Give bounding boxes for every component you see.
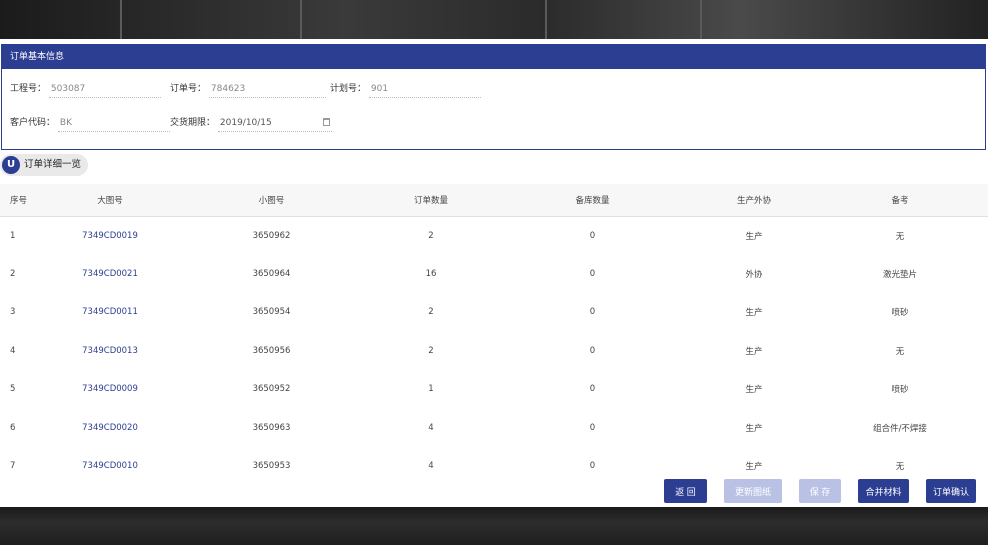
order-detail-table: 序号 大图号 小图号 订单数量 备库数量 生产外协 备考 1 7349CD001…	[0, 184, 988, 486]
cell-sub-drawing: 3650952	[252, 384, 291, 395]
col-header-remarks: 备考	[812, 184, 988, 217]
plan-no-field: 计划号： 901	[330, 81, 481, 98]
cell-stock-qty: 0	[589, 345, 596, 356]
cell-main-drawing-link[interactable]: 7349CD0009	[50, 370, 170, 409]
confirm-order-button[interactable]: 订单确认	[926, 479, 976, 503]
cell-remarks: 无	[895, 231, 905, 242]
cell-seq: 2	[10, 268, 16, 279]
calendar-icon[interactable]	[322, 118, 330, 126]
table-row: 4 7349CD0013 3650956 2 0 生产 无	[0, 332, 988, 371]
order-no-input[interactable]: 784623	[208, 81, 326, 98]
cell-production: 外协	[745, 269, 763, 280]
cell-seq: 7	[10, 461, 16, 472]
project-no-input[interactable]: 503087	[48, 81, 161, 98]
cell-main-drawing-link[interactable]: 7349CD0011	[50, 293, 170, 332]
table-row: 1 7349CD0019 3650962 2 0 生产 无	[0, 216, 988, 255]
cell-main-drawing-link[interactable]: 7349CD0020	[50, 409, 170, 448]
cell-stock-qty: 0	[589, 422, 596, 433]
cell-seq: 5	[10, 384, 16, 395]
cell-remarks: 喷砂	[891, 385, 909, 396]
save-button[interactable]: 保 存	[799, 479, 841, 503]
customer-code-label: 客户代码：	[10, 118, 56, 128]
cell-order-qty: 4	[428, 422, 434, 433]
cell-sub-drawing: 3650956	[252, 345, 291, 356]
plan-no-input[interactable]: 901	[368, 81, 481, 98]
cell-production: 生产	[745, 231, 763, 242]
cell-sub-drawing: 3650954	[252, 307, 291, 318]
project-no-label: 工程号：	[10, 84, 47, 94]
cell-order-qty: 1	[428, 384, 434, 395]
cell-sub-drawing: 3650964	[252, 268, 291, 279]
order-no-label: 订单号：	[170, 84, 207, 94]
table-row: 6 7349CD0020 3650963 4 0 生产 组合件/不焊接	[0, 409, 988, 448]
cell-seq: 1	[10, 230, 16, 241]
customer-code-input[interactable]: BK	[57, 115, 170, 132]
delivery-date-value: 2019/10/15	[219, 118, 272, 128]
col-header-production: 生产外协	[696, 184, 812, 217]
cell-sub-drawing: 3650953	[252, 461, 291, 472]
cell-remarks: 激光垫片	[882, 269, 917, 280]
cell-production: 生产	[745, 423, 763, 434]
delivery-date-label: 交货期限：	[170, 118, 216, 128]
cell-stock-qty: 0	[589, 307, 596, 318]
cell-remarks: 无	[895, 346, 905, 357]
col-header-sub-drawing: 小图号	[170, 184, 373, 217]
order-no-field: 订单号： 784623	[170, 81, 326, 98]
panel-title: 订单基本信息	[2, 45, 985, 69]
col-header-stock-qty: 备库数量	[489, 184, 696, 217]
cell-remarks: 组合件/不焊接	[873, 423, 927, 434]
cell-remarks: 喷砂	[891, 308, 909, 319]
cell-order-qty: 2	[428, 307, 434, 318]
section-title: 订单详细一览	[24, 159, 82, 170]
cell-stock-qty: 0	[589, 384, 596, 395]
order-basic-info-panel: 订单基本信息 工程号： 503087 订单号： 784623 计划号： 901 …	[1, 44, 986, 150]
col-header-main-drawing: 大图号	[50, 184, 170, 217]
col-header-seq: 序号	[0, 184, 50, 217]
cell-sub-drawing: 3650963	[252, 422, 291, 433]
cell-main-drawing-link[interactable]: 7349CD0021	[50, 255, 170, 294]
cell-stock-qty: 0	[589, 268, 596, 279]
table-row: 2 7349CD0021 3650964 16 0 外协 激光垫片	[0, 255, 988, 294]
col-header-order-qty: 订单数量	[373, 184, 489, 217]
cell-main-drawing-link[interactable]: 7349CD0010	[50, 447, 170, 486]
cell-seq: 3	[10, 307, 16, 318]
table-row: 3 7349CD0011 3650954 2 0 生产 喷砂	[0, 293, 988, 332]
cell-production: 生产	[745, 308, 763, 319]
cell-order-qty: 4	[428, 461, 434, 472]
background-footer-photo	[0, 507, 988, 545]
back-button[interactable]: 返 回	[664, 479, 707, 503]
delivery-date-input[interactable]: 2019/10/15	[217, 115, 332, 132]
project-no-field: 工程号： 503087	[10, 81, 161, 98]
plan-no-label: 计划号：	[330, 84, 367, 94]
background-header-photo	[0, 0, 988, 39]
merge-materials-button[interactable]: 合并材料	[858, 479, 909, 503]
cell-production: 生产	[745, 346, 763, 357]
cell-seq: 6	[10, 422, 16, 433]
delivery-date-field: 交货期限： 2019/10/15	[170, 115, 332, 132]
section-badge-icon: U	[2, 156, 20, 174]
cell-main-drawing-link[interactable]: 7349CD0013	[50, 332, 170, 371]
customer-code-field: 客户代码： BK	[10, 115, 170, 132]
cell-order-qty: 2	[428, 230, 434, 241]
cell-order-qty: 16	[425, 268, 437, 279]
table-header-row: 序号 大图号 小图号 订单数量 备库数量 生产外协 备考	[0, 184, 988, 217]
cell-main-drawing-link[interactable]: 7349CD0019	[50, 216, 170, 255]
update-drawing-button[interactable]: 更新图纸	[724, 479, 782, 503]
cell-order-qty: 2	[428, 345, 434, 356]
cell-sub-drawing: 3650962	[252, 230, 291, 241]
cell-production: 生产	[745, 385, 763, 396]
cell-seq: 4	[10, 345, 16, 356]
table-row: 5 7349CD0009 3650952 1 0 生产 喷砂	[0, 370, 988, 409]
cell-stock-qty: 0	[589, 230, 596, 241]
main-content: 订单基本信息 工程号： 503087 订单号： 784623 计划号： 901 …	[0, 39, 988, 507]
order-detail-section-header: U 订单详细一览	[0, 154, 88, 176]
